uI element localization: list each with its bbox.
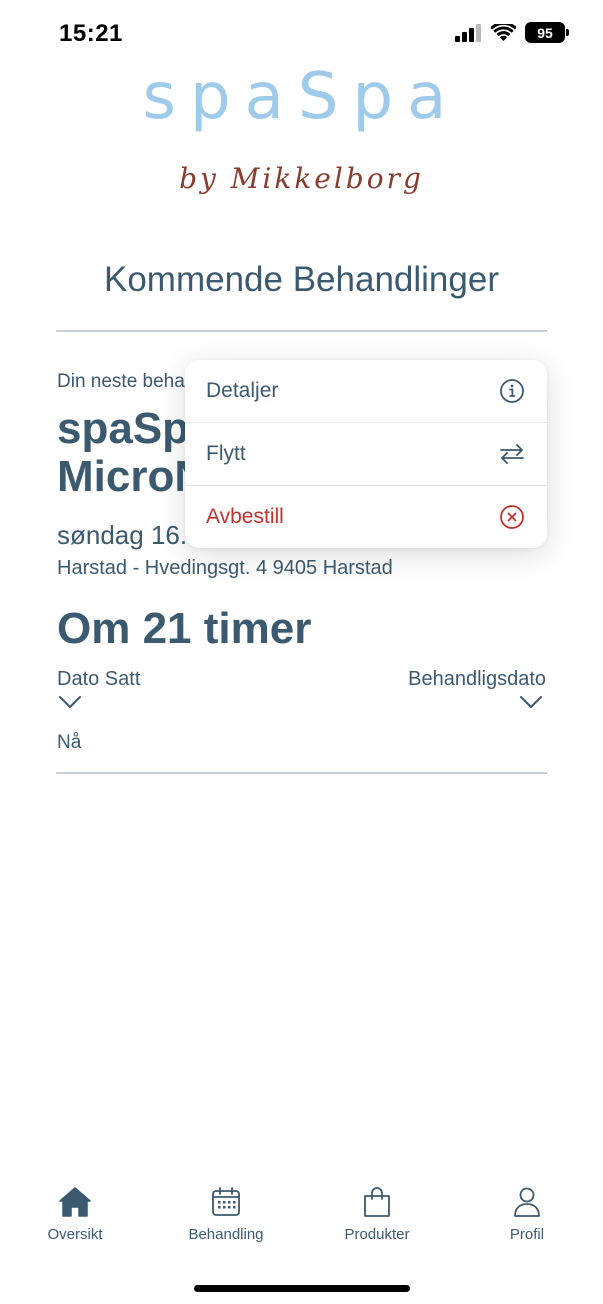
treatment-location: Harstad - Hvedingsgt. 4 9405 Harstad [57,557,393,579]
swap-arrows-icon [500,444,524,464]
chevron-down-icon [520,696,542,708]
cellular-signal-icon [455,23,481,42]
title-divider [56,330,547,332]
logo-sub-text: by Mikkelborg [179,162,424,195]
spaspa-logo: spaSpa by Mikkelborg [0,60,603,210]
tab-label: Profil [509,1226,545,1243]
tab-label: Behandling [188,1226,264,1243]
countdown-text: Om 21 timer [57,604,312,653]
person-icon [514,1187,540,1217]
tab-label: Oversikt [47,1226,103,1243]
tab-treatment[interactable]: Behandling [166,1180,286,1243]
home-icon [59,1187,91,1217]
info-icon [500,379,524,403]
logo-main-text: spaSpa [142,60,461,134]
home-indicator [194,1285,410,1292]
calendar-icon [212,1187,240,1216]
menu-item-cancel[interactable]: Avbestill [185,485,547,548]
timeline-end-label: Behandligsdato [408,668,546,690]
context-menu: Detaljer Flytt Avbestill [185,360,547,548]
page-title: Kommende Behandlinger [104,260,499,299]
status-time: 15:21 [59,20,123,47]
menu-item-details[interactable]: Detaljer [185,360,547,422]
tab-profile[interactable]: Profil [467,1180,587,1243]
tab-products[interactable]: Produkter [317,1180,437,1243]
menu-item-label: Flytt [206,442,246,465]
status-icons: 95 [455,22,569,43]
timeline-now-label: Nå [57,732,82,753]
timeline-divider [56,772,547,774]
wifi-icon [491,23,516,41]
shopping-bag-icon [364,1187,390,1217]
battery-icon: 95 [525,22,569,43]
menu-item-label: Detaljer [206,379,279,402]
timeline-start-label: Dato Satt [57,668,141,690]
tab-bar: Oversikt Behandling Produkter Profil [0,1180,603,1260]
menu-item-label: Avbestill [206,505,284,528]
next-treatment-label: Din neste beha [57,371,185,392]
chevron-down-icon [59,696,81,708]
tab-overview[interactable]: Oversikt [15,1180,135,1243]
cancel-circle-icon [500,505,524,529]
treatment-date: søndag 16. [57,520,188,550]
menu-item-move[interactable]: Flytt [185,422,547,485]
battery-level: 95 [537,24,553,41]
tab-label: Produkter [344,1226,410,1243]
